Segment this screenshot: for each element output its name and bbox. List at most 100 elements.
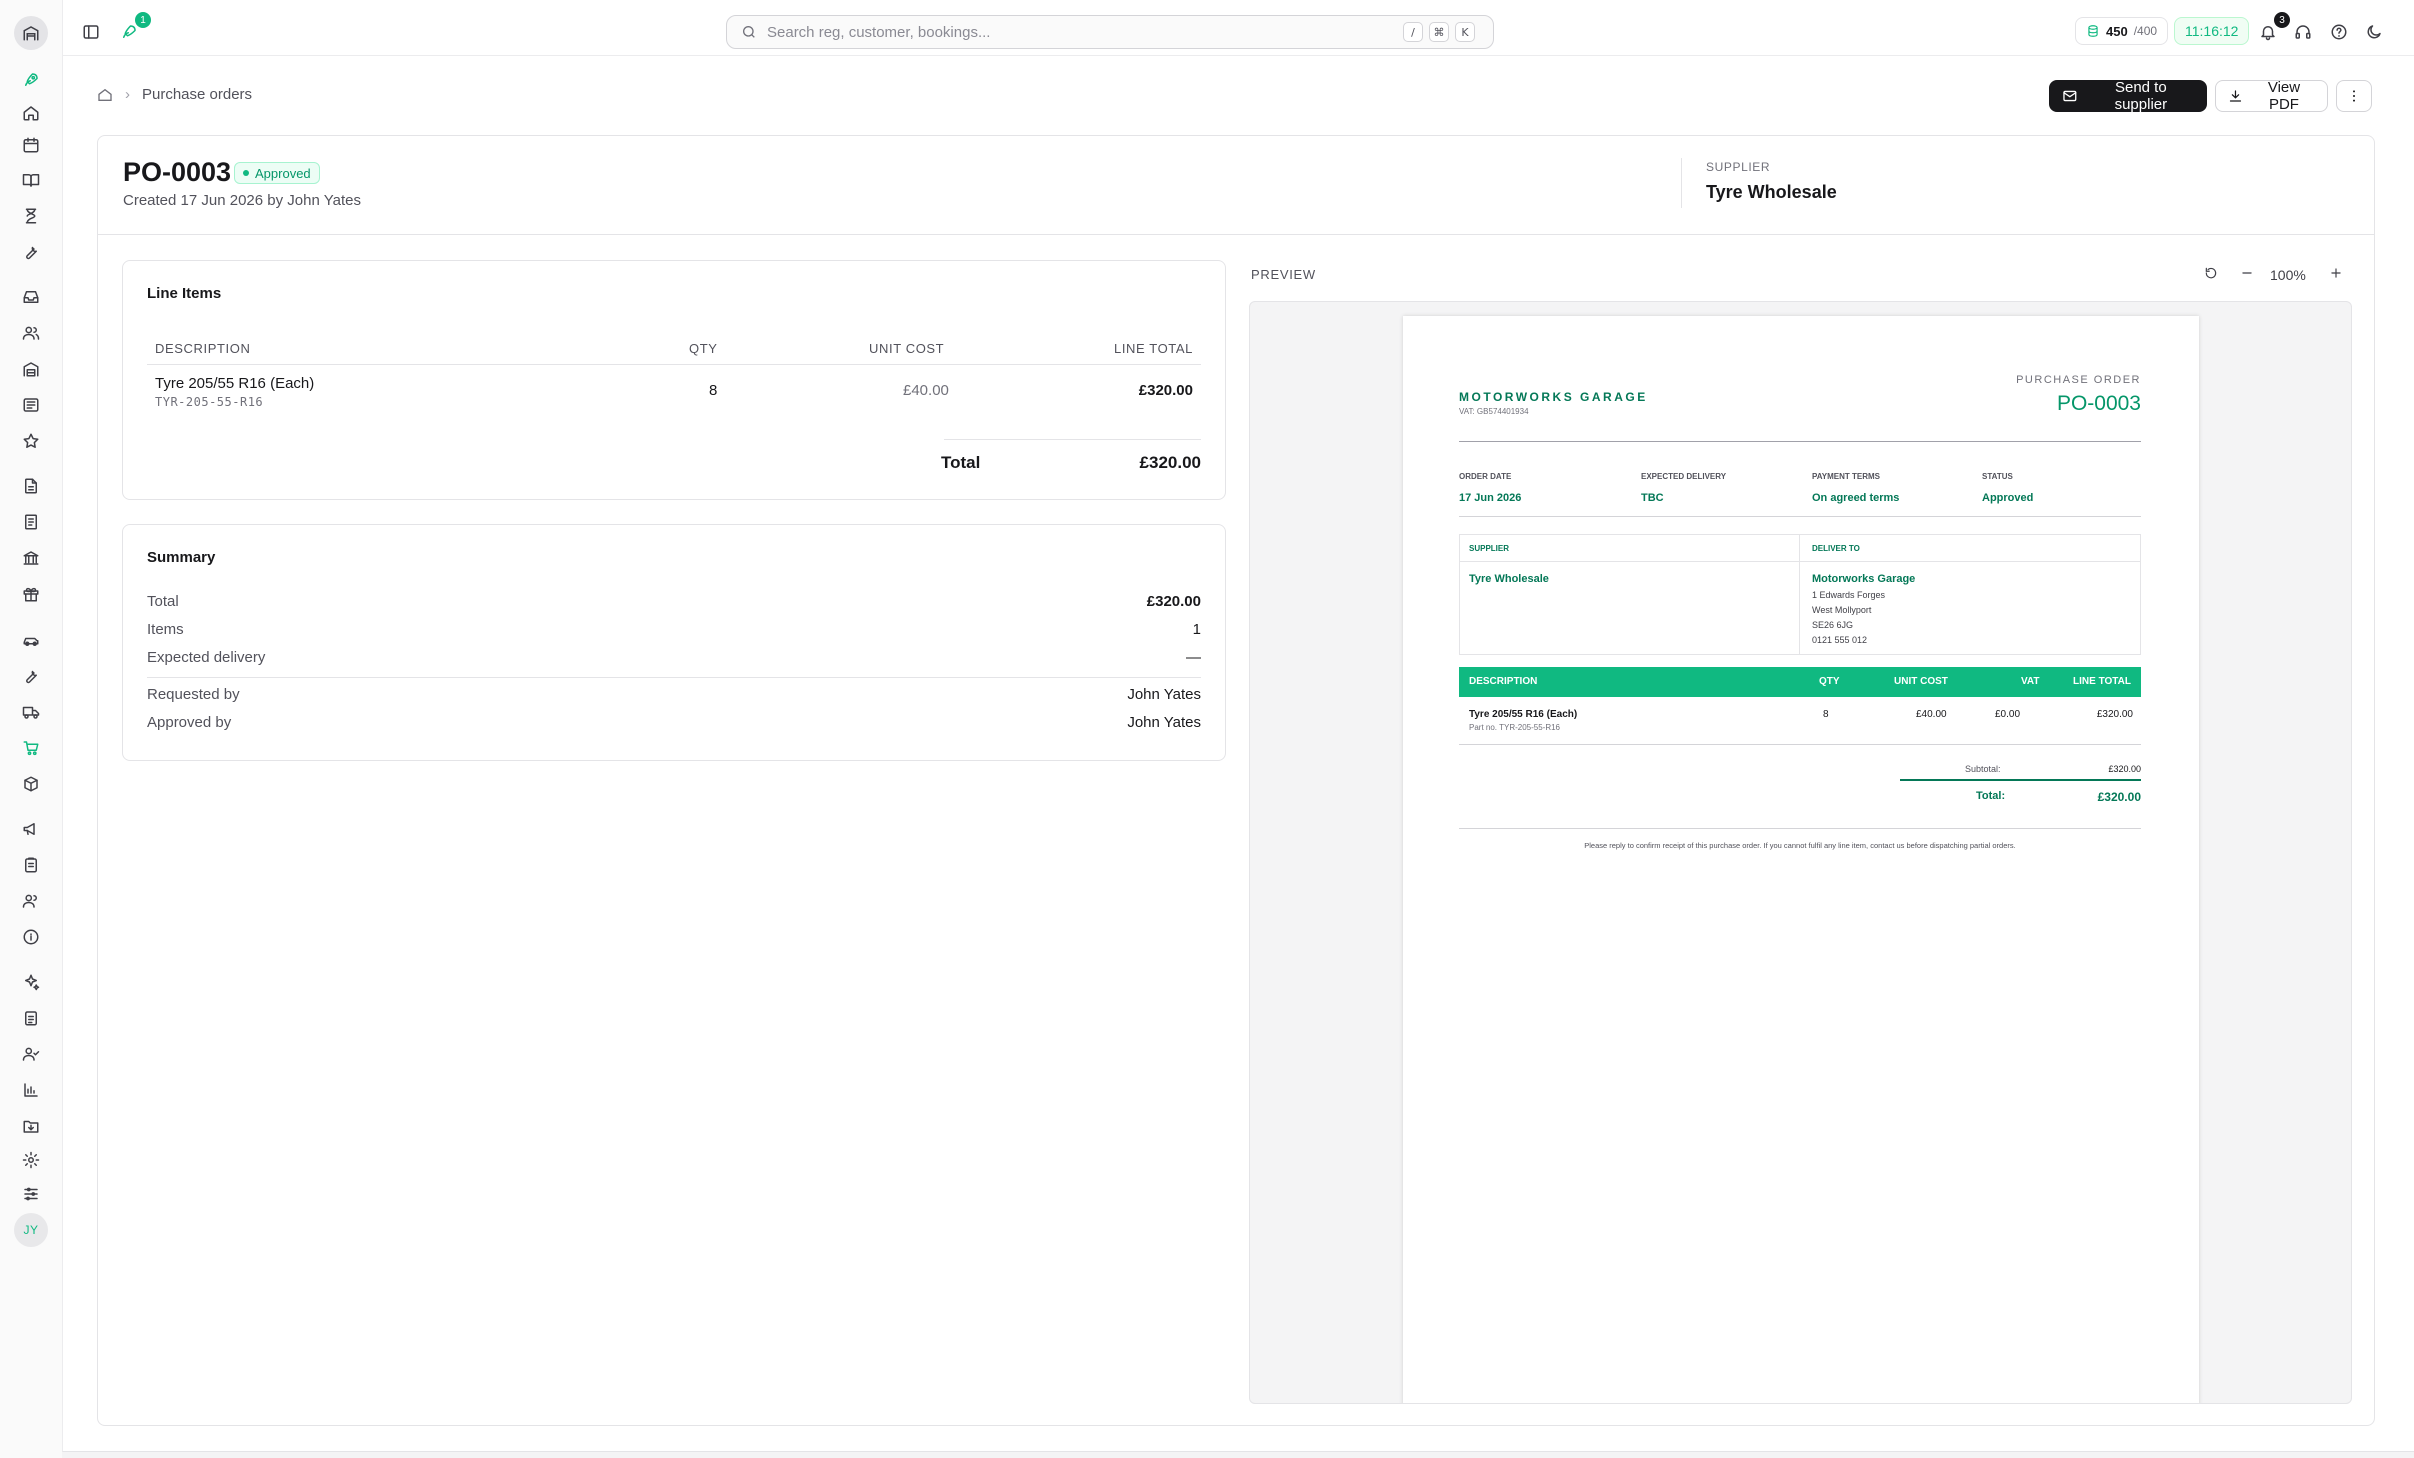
user-avatar[interactable]: JY [14,1213,48,1247]
view-pdf-button[interactable]: View PDF [2215,79,2328,113]
more-options-button[interactable] [2336,80,2372,112]
doc-total-value: £320.00 [2097,790,2141,804]
checklist-icon[interactable] [21,1008,41,1028]
summary-divider [147,677,1201,678]
inbox-icon[interactable] [21,287,41,307]
gift-icon[interactable] [21,584,41,604]
hourglass-icon[interactable] [21,206,41,226]
clipboard-icon[interactable] [21,855,41,875]
doc-row-part: Part no. TYR-205-55-R16 [1469,723,1561,732]
rocket-button[interactable]: 1 [118,12,151,43]
users-icon[interactable] [21,323,41,343]
warehouse-icon[interactable] [21,359,41,379]
headset-icon[interactable] [2292,21,2314,43]
tool-icon[interactable] [21,666,41,686]
more-vertical-icon [2353,90,2355,102]
breadcrumb-separator: › [125,86,130,103]
settings-icon[interactable] [21,1150,41,1170]
truck-icon[interactable] [21,702,41,722]
kbd-cmd: ⌘ [1429,22,1449,42]
doc-deliver-label: DELIVER TO [1812,544,1860,553]
total-label: Total [941,453,981,472]
wrench-icon[interactable] [21,242,41,262]
summary-label: Total [147,593,179,610]
mail-icon [2063,90,2077,102]
rocket-icon[interactable] [21,70,41,90]
team-icon[interactable] [21,891,41,911]
doc-total-label: Total: [1976,790,2006,802]
reset-zoom-icon[interactable] [2201,263,2221,283]
supplier-label: SUPPLIER [1706,160,1771,174]
breadcrumb: › Purchase orders [97,86,252,103]
help-icon[interactable] [2328,21,2350,43]
search-icon [743,26,755,38]
row-description: Tyre 205/55 R16 (Each) [155,375,315,392]
breadcrumb-current[interactable]: Purchase orders [142,86,252,103]
doc-total-rule [1900,779,2141,781]
col-qty: QTY [689,341,718,356]
row-sku: TYR-205-55-R16 [155,395,264,409]
receipt-icon[interactable] [21,512,41,532]
bank-icon[interactable] [21,548,41,568]
newspaper-icon[interactable] [21,395,41,415]
po-header: PO-0003 Approved Created 17 Jun 2026 by … [98,136,2374,235]
book-open-icon[interactable] [21,170,41,190]
sidebar-toggle-icon[interactable] [80,21,102,43]
pdf-viewer[interactable]: MOTORWORKS GARAGE VAT: GB574401934 PURCH… [1249,301,2352,1404]
address-line: West Mollyport [1812,605,1872,615]
line-items-panel: Line Items DESCRIPTION QTY UNIT COST LIN… [122,260,1226,500]
supplier-name[interactable]: Tyre Wholesale [1706,182,1837,203]
moon-icon[interactable] [2363,21,2385,43]
send-to-supplier-label: Send to supplier [2114,79,2168,113]
doc-supplier-label: SUPPLIER [1469,544,1510,553]
doc-vat: VAT: GB574401934 [1459,407,1529,416]
doc-col-description: DESCRIPTION [1469,676,1538,687]
zoom-out-icon[interactable] [2237,263,2257,283]
doc-divider [1459,441,2141,442]
bell-icon[interactable]: 3 [2257,12,2290,43]
zoom-in-icon[interactable] [2326,263,2346,283]
sidebar: JY [0,0,62,1458]
row-qty: 8 [709,382,718,399]
download-icon [2229,90,2242,102]
search-input[interactable] [767,23,1367,41]
send-to-supplier-button[interactable]: Send to supplier [2049,79,2207,113]
summary-row-delivery: Expected delivery — [147,649,1201,669]
car-icon[interactable] [21,630,41,650]
package-icon[interactable] [21,774,41,794]
po-number: PO-0003 [123,157,232,187]
summary-label: Requested by [147,686,240,703]
home-icon[interactable] [21,103,41,123]
file-text-icon[interactable] [21,476,41,496]
summary-value: — [1186,649,1201,666]
search-bar[interactable]: / ⌘ K [726,15,1494,49]
doc-row-unit-cost: £40.00 [1916,709,1947,720]
table-row[interactable]: Tyre 205/55 R16 (Each) TYR-205-55-R16 8 … [147,365,1201,417]
user-check-icon[interactable] [21,1044,41,1064]
credits-counter[interactable]: 450 /400 [2075,17,2169,45]
folder-download-icon[interactable] [21,1116,41,1136]
shopping-cart-icon[interactable] [21,738,41,758]
purchase-order-card: PO-0003 Approved Created 17 Jun 2026 by … [97,135,2375,1426]
zoom-level: 100% [2270,267,2306,283]
meta-value: TBC [1641,492,1664,504]
bar-chart-icon[interactable] [21,1080,41,1100]
home-icon[interactable] [97,87,113,103]
calendar-icon[interactable] [21,135,41,155]
rocket-badge: 1 [135,12,151,28]
sparkles-icon[interactable] [21,972,41,992]
summary-row-requested: Requested by John Yates [147,686,1201,706]
doc-table-header: DESCRIPTION QTY UNIT COST VAT LINE TOTAL [1459,667,2141,697]
sliders-icon[interactable] [21,1184,41,1204]
summary-value: John Yates [1127,686,1201,703]
summary-panel: Summary Total £320.00 Items 1 Expected d… [122,524,1226,761]
doc-divider [1459,828,2141,829]
credits-value: 450 [2106,23,2128,39]
summary-value: 1 [1192,621,1201,638]
megaphone-icon[interactable] [21,819,41,839]
info-icon[interactable] [21,927,41,947]
star-icon[interactable] [21,431,41,451]
meta-label: EXPECTED DELIVERY [1641,472,1727,481]
garage-logo-icon[interactable] [14,16,48,50]
summary-title: Summary [147,549,216,566]
